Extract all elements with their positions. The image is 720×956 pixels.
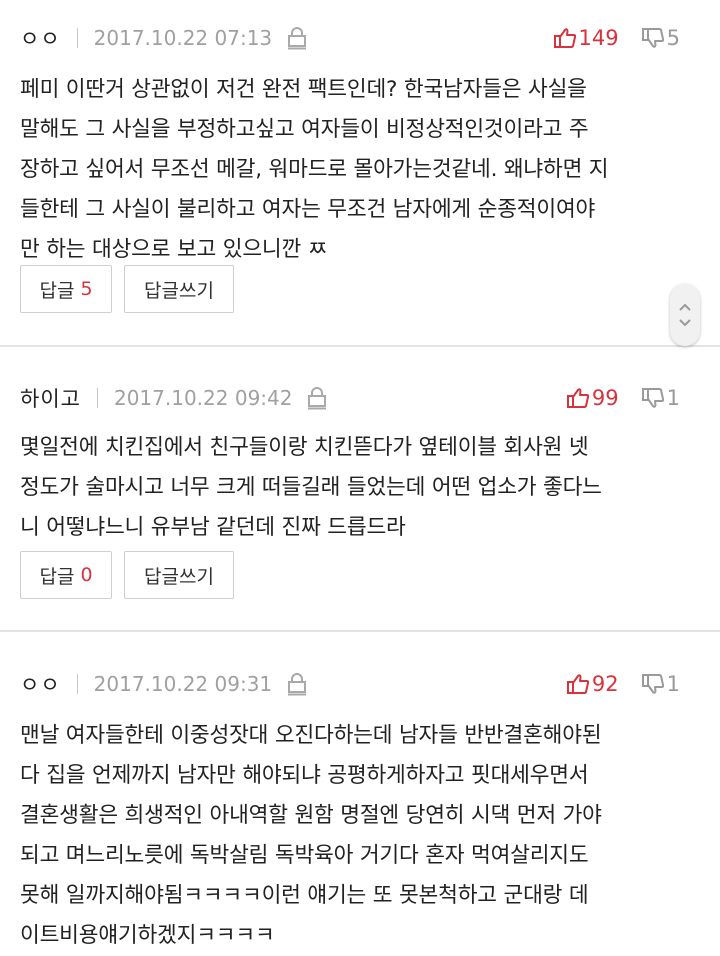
comment-author[interactable]: ㅇㅇ	[20, 669, 61, 699]
upvote-count: 92	[591, 672, 619, 696]
comment-meta: 하이고 2017.10.22 09:42 99 1	[20, 378, 700, 418]
reply-count: 5	[80, 278, 93, 300]
write-reply-button[interactable]: 답글쓰기	[124, 265, 234, 313]
upvote-button[interactable]: 149	[553, 26, 619, 50]
comment-item: ㅇㅇ 2017.10.22 09:31 92 1 맨날 여자들한테 이중성잣대 …	[0, 632, 720, 948]
scroll-handle[interactable]	[670, 284, 700, 346]
thumbs-down-icon	[641, 674, 664, 694]
comment-body: 맨날 여자들한테 이중성잣대 오진다하는데 남자들 반반결혼해야된 다 집을 언…	[20, 723, 602, 948]
comment-author[interactable]: 하이고	[20, 383, 81, 413]
reply-toggle-button[interactable]: 답글 0	[20, 551, 112, 599]
write-reply-button[interactable]: 답글쓰기	[124, 551, 234, 599]
comment-date: 2017.10.22 09:31	[93, 672, 273, 696]
meta-divider	[76, 674, 78, 694]
thumbs-down-icon	[641, 388, 664, 408]
lock-icon	[286, 672, 308, 696]
thumbs-up-icon	[566, 388, 590, 408]
thumbs-down-icon	[641, 28, 664, 48]
downvote-count: 1	[666, 672, 680, 696]
comment-divider	[0, 345, 720, 347]
reply-toggle-button[interactable]: 답글 5	[20, 265, 112, 313]
vote-group: 99 1	[566, 378, 680, 418]
upvote-button[interactable]: 92	[566, 672, 619, 696]
comment-body: 페미 이딴거 상관없이 저건 완전 팩트인데? 한국남자들은 사실을 말해도 그…	[20, 77, 609, 262]
chevron-up-icon[interactable]	[678, 302, 692, 312]
downvote-button[interactable]: 1	[641, 672, 680, 696]
comment-date: 2017.10.22 07:13	[93, 26, 273, 50]
lock-icon	[306, 386, 328, 410]
upvote-button[interactable]: 99	[566, 386, 619, 410]
vote-group: 149 5	[553, 18, 680, 58]
downvote-count: 1	[666, 386, 680, 410]
comment-date: 2017.10.22 09:42	[113, 386, 293, 410]
reply-label: 답글	[39, 565, 75, 588]
meta-divider	[96, 388, 98, 408]
thumbs-up-icon	[566, 674, 590, 694]
downvote-button[interactable]: 1	[641, 386, 680, 410]
comment-author[interactable]: ㅇㅇ	[20, 23, 61, 53]
meta-divider	[76, 28, 78, 48]
comment-body: 몇일전에 치킨집에서 친구들이랑 치킨뜯다가 옆테이블 회사원 넷 정도가 술마…	[20, 435, 602, 540]
upvote-count: 99	[591, 386, 619, 410]
reply-count: 0	[80, 564, 93, 586]
vote-group: 92 1	[566, 664, 680, 704]
upvote-count: 149	[578, 26, 619, 50]
thumbs-up-icon	[553, 28, 576, 48]
lock-icon	[286, 26, 308, 50]
comment-meta: ㅇㅇ 2017.10.22 07:13 149 5	[20, 18, 700, 58]
downvote-count: 5	[666, 26, 680, 50]
reply-label: 답글	[39, 279, 75, 302]
comment-meta: ㅇㅇ 2017.10.22 09:31 92 1	[20, 664, 700, 704]
downvote-button[interactable]: 5	[641, 26, 680, 50]
comment-item: 하이고 2017.10.22 09:42 99 1 몇일전에 치킨집에서 친구들…	[0, 348, 720, 631]
chevron-down-icon[interactable]	[678, 318, 692, 328]
comment-item: ㅇㅇ 2017.10.22 07:13 149 5 페미 이딴거 상관없이 저건…	[0, 0, 720, 347]
